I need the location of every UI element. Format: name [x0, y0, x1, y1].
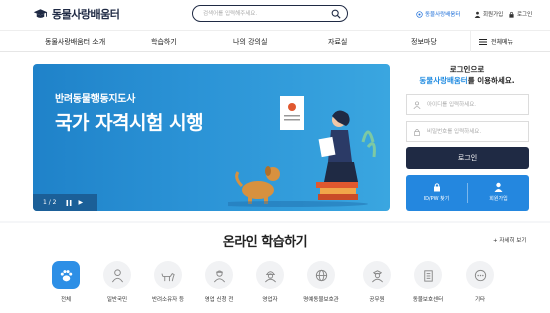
category-shelter[interactable]: 동물보호센터 — [403, 261, 453, 303]
category-icon-wrap — [307, 261, 335, 289]
login-link[interactable]: 로그인 — [508, 10, 532, 18]
category-label: 일반국민 — [106, 297, 128, 303]
category-label: 동물보호센터 — [412, 297, 444, 303]
category-icon-wrap — [154, 261, 182, 289]
nav-my-classroom[interactable]: 나의 강의실 — [233, 37, 267, 47]
lock-icon — [509, 11, 514, 18]
hamburger-icon — [479, 38, 487, 45]
category-label: 공무원 — [369, 297, 385, 303]
lock-icon — [414, 129, 420, 136]
building-icon — [423, 269, 433, 282]
login-button[interactable]: 로그인 — [406, 147, 529, 169]
search-input[interactable] — [203, 8, 323, 20]
category-label: 반려소유자 등 — [151, 297, 185, 303]
graduation-cap-icon — [33, 8, 48, 18]
person-icon — [111, 268, 123, 282]
dog-icon — [160, 272, 175, 281]
join-label: 회원가입 — [489, 196, 508, 202]
category-business-owners[interactable]: 영업자 — [245, 261, 295, 303]
category-icon-wrap — [103, 261, 131, 289]
nav-learning[interactable]: 학습하기 — [151, 37, 177, 47]
banner-controls: 1 / 2 ▶ — [33, 194, 97, 211]
banner-subtitle: 반려동물행동지도사 — [55, 94, 136, 105]
paw-icon — [60, 269, 72, 281]
id-input[interactable] — [427, 99, 525, 111]
search-box — [192, 5, 348, 22]
login-link-label: 로그인 — [517, 12, 533, 18]
logo[interactable]: 동물사랑배움터 — [33, 6, 120, 22]
join-button[interactable]: 회원가입 — [468, 175, 529, 211]
category-label: 영업 신청 전 — [204, 297, 234, 303]
nav-about[interactable]: 동물사랑배움터 소개 — [45, 37, 105, 47]
category-honorary-officer[interactable]: 명예동물보호관 — [296, 261, 346, 303]
nav-info[interactable]: 정보마당 — [411, 37, 437, 47]
id-field[interactable] — [406, 94, 529, 115]
nav-resources[interactable]: 자료실 — [328, 37, 347, 47]
category-label: 기타 — [474, 297, 486, 303]
banner-title: 국가 자격시험 시행 — [55, 112, 204, 134]
section-divider — [0, 221, 550, 223]
main-banner[interactable]: 반려동물행동지도사 국가 자격시험 시행 1 / 2 ▶ — [33, 64, 390, 211]
login-heading: 로그인으로 동물사랑배움터를 이용하세요. — [405, 64, 529, 86]
category-label: 영업자 — [262, 297, 278, 303]
category-label: 전체 — [60, 297, 72, 303]
online-learning-title: 온라인 학습하기 — [222, 235, 308, 250]
logo-text: 동물사랑배움터 — [52, 8, 120, 21]
category-pet-owners[interactable]: 반려소유자 등 — [143, 261, 193, 303]
category-label: 명예동물보호관 — [303, 297, 339, 303]
password-input[interactable] — [427, 126, 525, 138]
login-heading-suffix: 를 이용하세요. — [467, 76, 515, 85]
category-icon-wrap — [52, 261, 80, 289]
category-public-official[interactable]: 공무원 — [352, 261, 402, 303]
site-header: 동물사랑배움터 동물사랑배움터 회원가입 로그인 — [0, 0, 550, 30]
user-icon — [413, 101, 421, 109]
category-general-public[interactable]: 일반국민 — [92, 261, 142, 303]
find-id-pw-label: ID/PW 찾기 — [423, 196, 450, 202]
add-user-icon — [494, 182, 502, 192]
password-field[interactable] — [406, 121, 529, 142]
category-icon-wrap — [256, 261, 284, 289]
next-slide-button[interactable]: ▶ — [78, 199, 83, 206]
account-links: ID/PW 찾기 회원가입 — [406, 175, 529, 211]
portal-link-label: 동물사랑배움터 — [425, 12, 461, 18]
globe-icon — [315, 269, 327, 281]
portal-link[interactable]: 동물사랑배움터 — [416, 10, 460, 18]
more-link[interactable]: + 자세히 보기 — [493, 236, 526, 244]
main-navigation: 동물사랑배움터 소개 학습하기 나의 강의실 자료실 정보마당 전체메뉴 — [0, 30, 550, 52]
lock-icon — [433, 183, 440, 192]
all-menu-button[interactable]: 전체메뉴 — [470, 31, 513, 52]
category-pre-business[interactable]: 영업 신청 전 — [194, 261, 244, 303]
officer-icon — [371, 269, 383, 282]
pause-icon[interactable] — [66, 199, 72, 206]
category-other[interactable]: 기타 — [455, 261, 505, 303]
login-heading-accent: 동물사랑배움터 — [419, 76, 468, 85]
all-menu-label: 전체메뉴 — [491, 39, 514, 46]
find-id-pw-button[interactable]: ID/PW 찾기 — [406, 175, 467, 211]
category-icon-wrap — [363, 261, 391, 289]
banner-counter: 1 / 2 — [43, 199, 57, 206]
more-icon — [474, 269, 486, 281]
banner-illustration — [228, 96, 376, 207]
category-all[interactable]: 전체 — [41, 261, 91, 303]
category-icon-wrap — [205, 261, 233, 289]
signup-link[interactable]: 회원가입 — [474, 10, 503, 18]
worker-icon — [213, 270, 225, 282]
category-icon-wrap — [414, 261, 442, 289]
user-icon — [474, 11, 481, 18]
signup-link-label: 회원가입 — [483, 12, 504, 18]
home-icon — [416, 10, 423, 18]
helmet-icon — [264, 270, 276, 282]
category-icon-wrap — [466, 261, 494, 289]
login-heading-line1: 로그인으로 — [449, 65, 485, 74]
search-icon[interactable] — [331, 9, 341, 19]
